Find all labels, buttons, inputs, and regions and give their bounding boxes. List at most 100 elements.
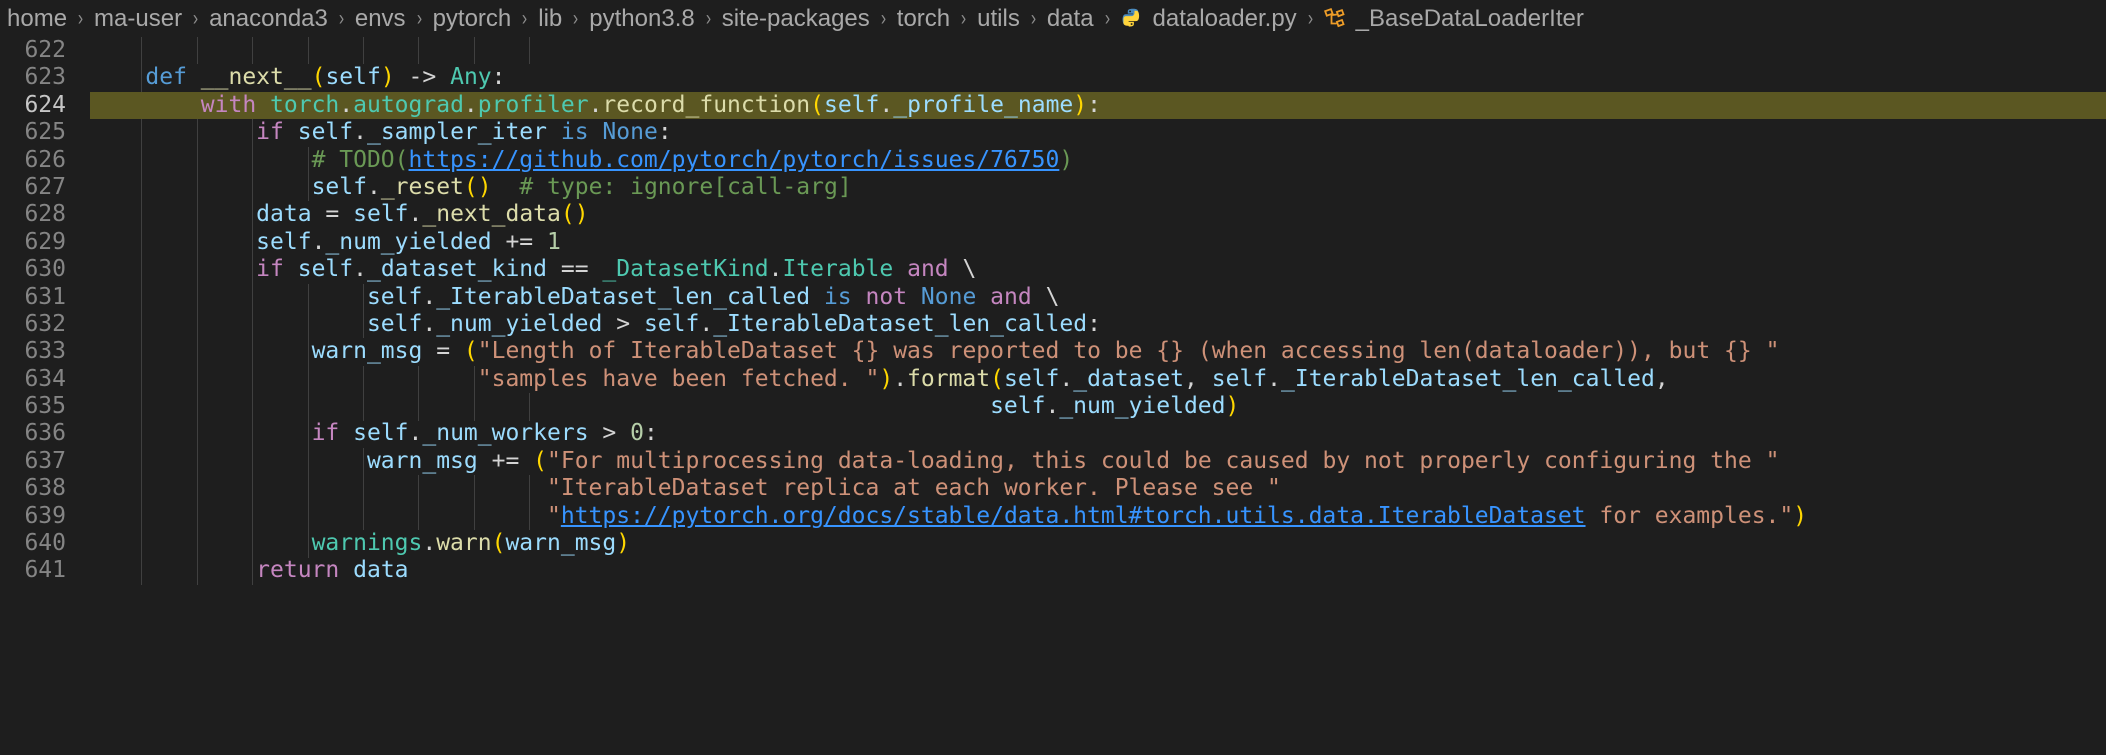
code-line[interactable]: 641 return data	[0, 557, 2106, 585]
code-identifier: _IterableDataset_len_called	[713, 310, 1088, 337]
code-line-content[interactable]: "samples have been fetched. ").format(se…	[90, 366, 2106, 393]
code-identifier: is	[560, 119, 589, 146]
code-line[interactable]: 640 warnings.warn(warn_msg)	[0, 530, 2106, 558]
code-line-content[interactable]: warn_msg += ("For multiprocessing data-l…	[90, 448, 2106, 475]
code-line-content[interactable]: "IterableDataset replica at each worker.…	[90, 475, 2106, 502]
code-line-content[interactable]: self._reset() # type: ignore[call-arg]	[90, 174, 2106, 201]
code-line-content[interactable]: with torch.autograd.profiler.record_func…	[90, 91, 2106, 120]
breadcrumb-item-data[interactable]: data	[1046, 5, 1095, 33]
code-line-content[interactable]: self._num_yielded += 1	[90, 229, 2106, 256]
code-link[interactable]: https://pytorch.org/docs/stable/data.htm…	[561, 503, 1586, 529]
code-operator: :	[657, 119, 672, 146]
code-line[interactable]: 623 def __next__(self) -> Any:	[0, 64, 2106, 92]
line-number: 638	[0, 475, 90, 503]
code-line[interactable]: 625 if self._sampler_iter is None:	[0, 119, 2106, 147]
python-file-icon	[1121, 7, 1145, 31]
code-line-content[interactable]: def __next__(self) -> Any:	[90, 64, 2106, 91]
code-identifier: _dataset_kind	[366, 256, 547, 283]
code-line[interactable]: 634 "samples have been fetched. ").forma…	[0, 365, 2106, 394]
breadcrumb-item-home[interactable]: home	[6, 5, 68, 33]
code-line[interactable]: 626 # TODO(https://github.com/pytorch/py…	[0, 146, 2106, 174]
code-line[interactable]: 633 warn_msg = ("Length of IterableDatas…	[0, 338, 2106, 366]
code-string-quote: "	[546, 502, 561, 529]
code-line-content[interactable]: self._num_yielded)	[90, 393, 2106, 420]
breadcrumb-item-site-packages[interactable]: site-packages	[721, 5, 871, 33]
line-number: 637	[0, 447, 90, 476]
breadcrumb-item-utils[interactable]: utils	[976, 5, 1021, 33]
code-line-content[interactable]: return data	[90, 557, 2106, 584]
code-line[interactable]: 627 self._reset() # type: ignore[call-ar…	[0, 173, 2106, 202]
code-link[interactable]: https://github.com/pytorch/pytorch/issue…	[409, 147, 1060, 173]
breadcrumb-item-pytorch[interactable]: pytorch	[432, 5, 513, 33]
code-identifier: _num_yielded	[1059, 393, 1226, 420]
code-line-content[interactable]: warnings.warn(warn_msg)	[90, 530, 2106, 557]
code-line-content[interactable]: if self._dataset_kind == _DatasetKind.It…	[90, 256, 2106, 283]
code-line[interactable]: 639 "https://pytorch.org/docs/stable/dat…	[0, 502, 2106, 531]
code-line[interactable]: 622	[0, 37, 2106, 65]
code-line[interactable]: 636 if self._num_workers > 0:	[0, 420, 2106, 448]
code-line-content[interactable]: self._IterableDataset_len_called is not …	[90, 284, 2106, 311]
code-line-content[interactable]	[90, 37, 2106, 64]
code-line[interactable]: 624 with torch.autograd.profiler.record_…	[0, 91, 2106, 120]
code-identifier: is	[823, 283, 852, 310]
code-string-quote: "	[1267, 475, 1281, 502]
code-line-content[interactable]: data = self._next_data()	[90, 201, 2106, 228]
code-line[interactable]: 637 warn_msg += ("For multiprocessing da…	[0, 447, 2106, 476]
code-line[interactable]: 635 self._num_yielded)	[0, 393, 2106, 421]
breadcrumb-item-python3-8[interactable]: python3.8	[588, 5, 695, 33]
breadcrumb-item-torch[interactable]: torch	[896, 5, 951, 33]
breadcrumb-item-ma-user[interactable]: ma-user	[93, 5, 183, 33]
code-line[interactable]: 630 if self._dataset_kind == _DatasetKin…	[0, 256, 2106, 284]
line-number: 630	[0, 256, 90, 284]
code-line-content[interactable]: if self._sampler_iter is None:	[90, 119, 2106, 146]
breadcrumb-item-lib[interactable]: lib	[537, 5, 563, 33]
code-line[interactable]: 638 "IterableDataset replica at each wor…	[0, 475, 2106, 503]
code-identifier: self	[1211, 365, 1268, 392]
code-string-quote: "	[546, 475, 561, 502]
code-bracket: )	[616, 530, 631, 557]
code-line[interactable]: 628 data = self._next_data()	[0, 201, 2106, 229]
code-line[interactable]: 632 self._num_yielded > self._IterableDa…	[0, 310, 2106, 339]
code-editor[interactable]: 622 623 def __next__(self) -> Any: 624 wit…	[0, 37, 2106, 755]
code-string-quote: "	[865, 365, 880, 392]
breadcrumb-separator: ›	[705, 6, 711, 30]
code-bracket: )	[574, 201, 589, 228]
breadcrumb-item-anaconda3[interactable]: anaconda3	[208, 5, 329, 33]
code-identifier: and	[990, 283, 1032, 310]
breadcrumb-item-envs[interactable]: envs	[354, 5, 407, 33]
line-number: 625	[0, 119, 90, 147]
breadcrumb-item-label: dataloader.py	[1152, 4, 1297, 32]
breadcrumb-separator: ›	[1030, 6, 1036, 30]
code-operator: >	[602, 420, 617, 447]
code-line-content[interactable]: "https://pytorch.org/docs/stable/data.ht…	[90, 503, 2106, 530]
code-identifier: not	[865, 283, 908, 310]
code-identifier: __next__	[200, 64, 312, 91]
code-line-content[interactable]: warn_msg = ("Length of IterableDataset {…	[90, 338, 2106, 365]
code-line-content[interactable]: if self._num_workers > 0:	[90, 420, 2106, 447]
code-comment: # type: ignore[call-arg]	[519, 173, 852, 200]
code-identifier: warn_msg	[311, 338, 423, 365]
code-line[interactable]: 629 self._num_yielded += 1	[0, 228, 2106, 257]
breadcrumb-item--basedataloaderiter[interactable]: _BaseDataLoaderIter	[1323, 5, 1585, 33]
code-line-content[interactable]: # TODO(https://github.com/pytorch/pytorc…	[90, 147, 2106, 174]
breadcrumb-separator: ›	[522, 6, 528, 30]
code-identifier: self	[353, 201, 409, 228]
code-line[interactable]: 631 self._IterableDataset_len_called is …	[0, 283, 2106, 311]
code-identifier: torch	[270, 91, 340, 118]
code-bracket: )	[477, 173, 492, 200]
code-line-content[interactable]: self._num_yielded > self._IterableDatase…	[90, 311, 2106, 338]
code-operator: .	[353, 119, 367, 146]
breadcrumb-item-dataloader-py[interactable]: dataloader.py	[1120, 5, 1298, 33]
